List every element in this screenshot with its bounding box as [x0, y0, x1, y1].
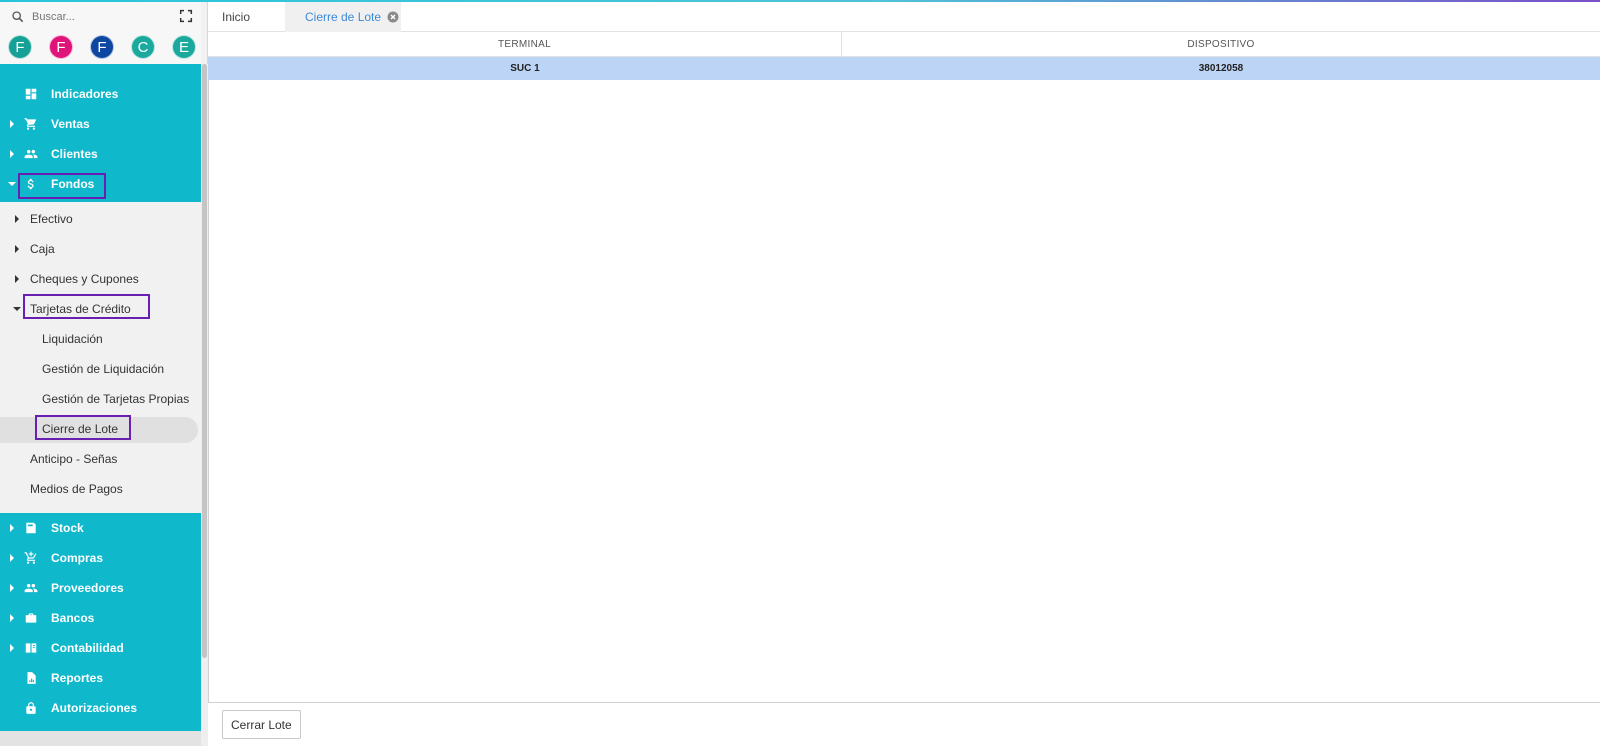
report-icon: [27, 672, 36, 684]
menu-label: Contabilidad: [51, 641, 124, 655]
avatar[interactable]: F: [90, 35, 114, 59]
menu-item-autorizaciones[interactable]: Autorizaciones: [0, 694, 201, 722]
tab-label: Cierre de Lote: [305, 10, 382, 24]
menu-label: Reportes: [51, 671, 104, 685]
sidebar-scrollbar[interactable]: [201, 64, 208, 746]
menu-item-proveedores[interactable]: Proveedores: [0, 574, 201, 602]
avatar[interactable]: E: [172, 35, 196, 59]
menu-item-reportes[interactable]: Reportes: [0, 664, 201, 692]
caret-right-icon: [10, 554, 14, 562]
highlight-box: [23, 294, 150, 319]
caret-down-icon: [8, 182, 16, 186]
menu-label: Autorizaciones: [51, 701, 138, 715]
table-row[interactable]: SUC 1 38012058: [208, 57, 1600, 80]
scrollbar-thumb[interactable]: [202, 64, 207, 658]
sidebar: F F F C E Indicadores Ventas Clientes Fo…: [0, 0, 208, 746]
caret-right-icon: [10, 644, 14, 652]
tab-bar: Inicio Cierre de Lote: [208, 2, 1600, 32]
menu-label: Compras: [51, 551, 104, 565]
submenu-item-caja[interactable]: Caja: [0, 235, 201, 263]
avatar[interactable]: F: [49, 35, 73, 59]
sidebar-horizontal-scrollbar[interactable]: [0, 731, 201, 746]
data-grid: TERMINAL DISPOSITIVO SUC 1 38012058: [208, 32, 1600, 80]
menu-item-indicadores[interactable]: Indicadores: [0, 80, 201, 108]
submenu-label: Anticipo - Señas: [30, 452, 118, 466]
highlight-box: [35, 415, 131, 440]
caret-right-icon: [10, 150, 14, 158]
close-icon[interactable]: [387, 11, 399, 23]
action-footer: Cerrar Lote: [208, 702, 1600, 746]
submenu-item-gestion-liquidacion[interactable]: Gestión de Liquidación: [0, 355, 201, 383]
lock-icon: [26, 702, 36, 714]
menu-item-contabilidad[interactable]: Contabilidad: [0, 634, 201, 662]
caret-right-icon: [15, 275, 19, 283]
submenu-label: Gestión de Liquidación: [42, 362, 165, 376]
menu-label: Proveedores: [51, 581, 124, 595]
column-header-terminal[interactable]: TERMINAL: [208, 32, 842, 57]
cerrar-lote-button[interactable]: Cerrar Lote: [222, 710, 301, 739]
search-input[interactable]: [32, 11, 172, 23]
menu-label: Clientes: [51, 147, 98, 161]
submenu-item-liquidacion[interactable]: Liquidación: [0, 325, 201, 353]
menu-label: Stock: [51, 521, 84, 535]
avatar[interactable]: F: [8, 35, 32, 59]
menu-item-ventas[interactable]: Ventas: [0, 110, 201, 138]
menu-label: Ventas: [51, 117, 90, 131]
tab-inicio[interactable]: Inicio: [222, 2, 280, 32]
search-icon: [12, 11, 24, 23]
menu-label: Bancos: [51, 611, 95, 625]
menu-item-stock[interactable]: Stock: [0, 514, 201, 542]
add-cart-icon: [24, 551, 37, 564]
briefcase-icon: [25, 613, 37, 623]
submenu-item-efectivo[interactable]: Efectivo: [0, 205, 201, 233]
submenu-label: Cheques y Cupones: [30, 272, 139, 286]
stock-icon: [26, 522, 36, 534]
caret-right-icon: [15, 245, 19, 253]
submenu-label: Gestión de Tarjetas Propias: [42, 392, 190, 406]
submenu-item-anticipo[interactable]: Anticipo - Señas: [0, 445, 201, 473]
dashboard-icon: [25, 88, 37, 100]
avatar[interactable]: C: [131, 35, 155, 59]
submenu-item-gestion-tarjetas[interactable]: Gestión de Tarjetas Propias: [0, 385, 201, 413]
cart-icon: [24, 118, 37, 130]
caret-right-icon: [15, 215, 19, 223]
table-cell: SUC 1: [510, 63, 540, 74]
caret-right-icon: [10, 120, 14, 128]
submenu-label: Medios de Pagos: [30, 482, 123, 496]
search-box[interactable]: [10, 8, 172, 26]
column-header-dispositivo[interactable]: DISPOSITIVO: [842, 32, 1600, 57]
table-cell: 38012058: [1198, 63, 1244, 74]
submenu-item-cheques[interactable]: Cheques y Cupones: [0, 265, 201, 293]
submenu-label: Efectivo: [30, 212, 73, 226]
caret-right-icon: [10, 524, 14, 532]
user-avatars: F F F C E: [8, 35, 196, 59]
caret-right-icon: [10, 584, 14, 592]
table-header: TERMINAL DISPOSITIVO: [208, 32, 1600, 57]
content-divider: [208, 32, 209, 746]
submenu-label: Caja: [30, 242, 55, 256]
fullscreen-icon[interactable]: [178, 8, 194, 24]
people-icon: [24, 149, 38, 159]
menu-item-bancos[interactable]: Bancos: [0, 604, 201, 632]
menu-item-compras[interactable]: Compras: [0, 544, 201, 572]
people-icon: [24, 583, 38, 593]
caret-right-icon: [10, 614, 14, 622]
top-accent-bar: [0, 0, 1600, 2]
sidebar-header: F F F C E: [0, 0, 201, 64]
menu-label: Indicadores: [51, 87, 119, 101]
highlight-box: [18, 173, 106, 199]
caret-down-icon: [13, 307, 21, 311]
tab-label: Inicio: [222, 10, 251, 24]
submenu-label: Liquidación: [42, 332, 103, 346]
tab-cierre-de-lote[interactable]: Cierre de Lote: [285, 2, 401, 32]
book-icon: [25, 643, 37, 653]
submenu-item-medios[interactable]: Medios de Pagos: [0, 475, 201, 503]
main-menu-bottom: Stock Compras Proveedores Bancos Contabi…: [0, 513, 201, 731]
menu-item-clientes[interactable]: Clientes: [0, 140, 201, 168]
